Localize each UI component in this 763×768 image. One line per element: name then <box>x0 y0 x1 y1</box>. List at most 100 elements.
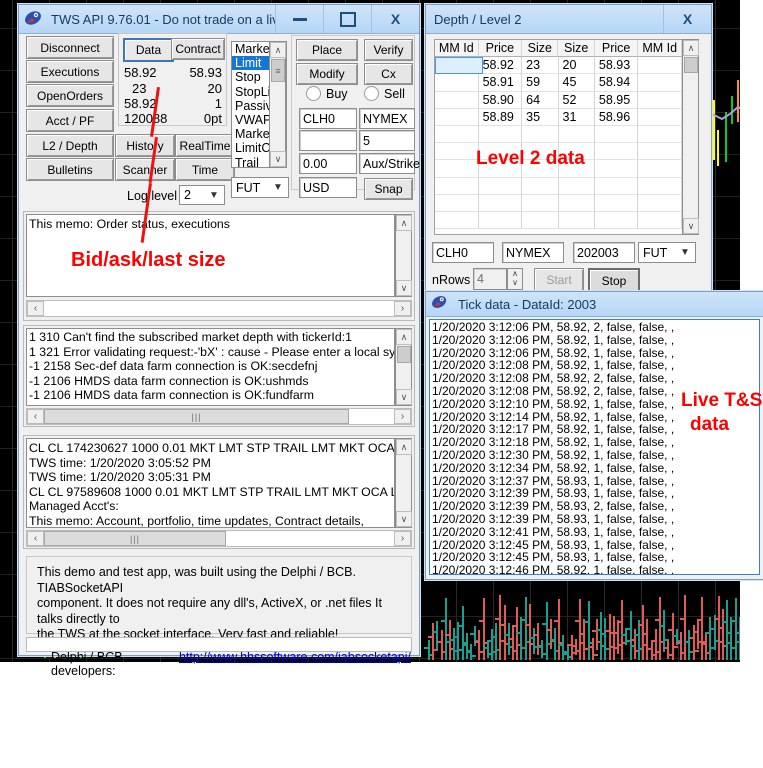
stepper-up-icon[interactable]: ∧ <box>508 269 522 278</box>
memo1-hscroll[interactable]: ‹ › <box>26 300 412 317</box>
nrows-stepper[interactable]: ∧ ∨ <box>507 268 523 290</box>
depth-cell[interactable]: 58.90 <box>479 92 523 109</box>
scroll-up-icon[interactable]: ∧ <box>683 40 699 56</box>
depth-expiry-input[interactable]: 202003 <box>573 242 635 263</box>
depth-cell[interactable]: 59 <box>522 74 558 91</box>
tick-data-window[interactable]: Tick data - DataId: 2003 1/20/2020 3:12:… <box>425 291 763 580</box>
depth-start-button[interactable]: Start <box>534 268 584 292</box>
depth-cell[interactable] <box>522 195 558 212</box>
buy-radio[interactable]: Buy <box>306 86 348 101</box>
depth-cell[interactable] <box>595 178 639 195</box>
depth-cell[interactable] <box>595 160 639 177</box>
depth-table-row[interactable] <box>435 178 682 195</box>
depth-cell[interactable] <box>522 212 558 229</box>
depth-titlebar[interactable]: Depth / Level 2 X <box>426 5 711 34</box>
depth-sectype-select[interactable]: FUT ▼ <box>638 242 696 263</box>
memo2-text[interactable]: 1 310 Can't find the subscribed market d… <box>26 328 395 406</box>
depth-level2-window[interactable]: Depth / Level 2 X MM IdPriceSizeSizePric… <box>425 4 712 292</box>
depth-table-row[interactable] <box>435 126 682 143</box>
depth-cell[interactable] <box>595 126 639 143</box>
memo2-vscroll[interactable]: ∧ ∨ <box>395 328 412 406</box>
depth-table-row[interactable]: 58.91594558.94 <box>435 74 682 91</box>
depth-cell[interactable]: 58.89 <box>479 109 523 126</box>
scroll-down-icon[interactable]: ∨ <box>396 511 412 527</box>
scrollbar-thumb[interactable]: ≡ <box>271 59 285 82</box>
depth-cell[interactable] <box>435 195 479 212</box>
scroll-down-icon[interactable]: ∨ <box>396 280 412 296</box>
depth-cell[interactable]: 58.94 <box>595 74 639 91</box>
scroll-right-icon[interactable]: › <box>394 409 411 424</box>
depth-table-row[interactable]: 58.90645258.95 <box>435 92 682 109</box>
depth-cell[interactable] <box>479 212 523 229</box>
depth-cell[interactable] <box>595 195 639 212</box>
scroll-right-icon[interactable]: › <box>394 301 411 316</box>
aux-strike-input[interactable]: Aux/Strike <box>359 153 415 174</box>
memo3-vscroll[interactable]: ∧ ∨ <box>395 438 412 528</box>
nrows-input[interactable]: 4 <box>473 268 507 290</box>
quantity-right-input[interactable]: 5 <box>359 130 415 151</box>
memo3-text[interactable]: CL CL 174230627 1000 0.01 MKT LMT STP TR… <box>26 438 395 528</box>
stepper-down-icon[interactable]: ∨ <box>508 278 522 287</box>
depth-cell[interactable] <box>435 178 479 195</box>
close-icon[interactable]: X <box>663 5 711 33</box>
memo2-hscroll[interactable]: ‹ ||| › <box>26 408 412 425</box>
scroll-left-icon[interactable]: ‹ <box>27 531 44 546</box>
modify-button[interactable]: Modify <box>296 63 358 85</box>
acct-pf-button[interactable]: Acct / PF <box>26 109 114 132</box>
l2-depth-button[interactable]: L2 / Depth <box>26 134 114 157</box>
exchange-input[interactable]: NYMEX <box>359 108 415 129</box>
depth-table-row[interactable] <box>435 195 682 212</box>
depth-table-row[interactable] <box>435 212 682 229</box>
minimize-icon[interactable] <box>275 5 323 33</box>
scroll-down-icon[interactable]: ∨ <box>396 389 412 405</box>
tick-titlebar[interactable]: Tick data - DataId: 2003 <box>426 292 763 317</box>
depth-cell[interactable]: 58.93 <box>595 57 639 74</box>
tick-data-list[interactable]: 1/20/2020 3:12:06 PM, 58.92, 2, false, f… <box>429 319 760 575</box>
depth-vscroll[interactable]: ∧ ∨ <box>682 39 699 235</box>
maximize-icon[interactable] <box>323 5 371 33</box>
depth-cell[interactable] <box>638 195 682 212</box>
time-button[interactable]: Time <box>175 158 235 181</box>
data-tab-button[interactable]: Data <box>123 38 174 62</box>
scroll-down-icon[interactable]: ∨ <box>270 151 286 167</box>
footer-dev-link[interactable]: http://www.hhssoftware.com/iabsocketapi/ <box>179 650 411 678</box>
depth-cell[interactable] <box>559 212 595 229</box>
scanner-button[interactable]: Scanner <box>115 158 175 181</box>
tws-api-window[interactable]: TWS API 9.76.01 - Do not trade on a live… <box>18 4 420 656</box>
scroll-left-icon[interactable]: ‹ <box>27 409 44 424</box>
quantity-input[interactable] <box>299 130 357 151</box>
scroll-left-icon[interactable]: ‹ <box>27 301 44 316</box>
depth-cell[interactable] <box>559 195 595 212</box>
depth-cell[interactable]: 45 <box>559 74 595 91</box>
depth-cell[interactable] <box>638 212 682 229</box>
tws-titlebar[interactable]: TWS API 9.76.01 - Do not trade on a live… <box>19 5 419 34</box>
depth-cell[interactable] <box>595 143 639 160</box>
depth-cell[interactable]: 64 <box>522 92 558 109</box>
depth-cell[interactable] <box>435 74 479 91</box>
depth-cell[interactable] <box>479 178 523 195</box>
sell-radio[interactable]: Sell <box>364 86 405 101</box>
depth-window-controls[interactable]: X <box>663 5 711 33</box>
depth-cell[interactable] <box>435 212 479 229</box>
place-button[interactable]: Place <box>296 39 358 61</box>
scroll-up-icon[interactable]: ∧ <box>396 439 412 455</box>
depth-cell[interactable] <box>638 126 682 143</box>
close-icon[interactable]: X <box>371 5 419 33</box>
memo3-hscroll[interactable]: ‹ ||| › <box>26 530 412 547</box>
realtime-button[interactable]: RealTime <box>175 134 235 157</box>
depth-cell[interactable]: 20 <box>559 57 595 74</box>
depth-cell[interactable] <box>595 212 639 229</box>
scroll-up-icon[interactable]: ∧ <box>270 42 286 58</box>
depth-symbol-input[interactable]: CLH0 <box>432 242 494 263</box>
depth-cell[interactable]: 31 <box>559 109 595 126</box>
scroll-right-icon[interactable]: › <box>394 531 411 546</box>
depth-exchange-input[interactable]: NYMEX <box>502 242 564 263</box>
openorders-button[interactable]: OpenOrders <box>26 84 114 107</box>
depth-cell[interactable] <box>638 160 682 177</box>
disconnect-button[interactable]: Disconnect <box>26 36 114 59</box>
cx-button[interactable]: Cx <box>364 63 413 85</box>
depth-selected-cell[interactable] <box>435 57 483 74</box>
depth-cell[interactable]: 58.95 <box>595 92 639 109</box>
executions-button[interactable]: Executions <box>26 60 114 83</box>
scrollbar-thumb[interactable] <box>397 346 411 363</box>
